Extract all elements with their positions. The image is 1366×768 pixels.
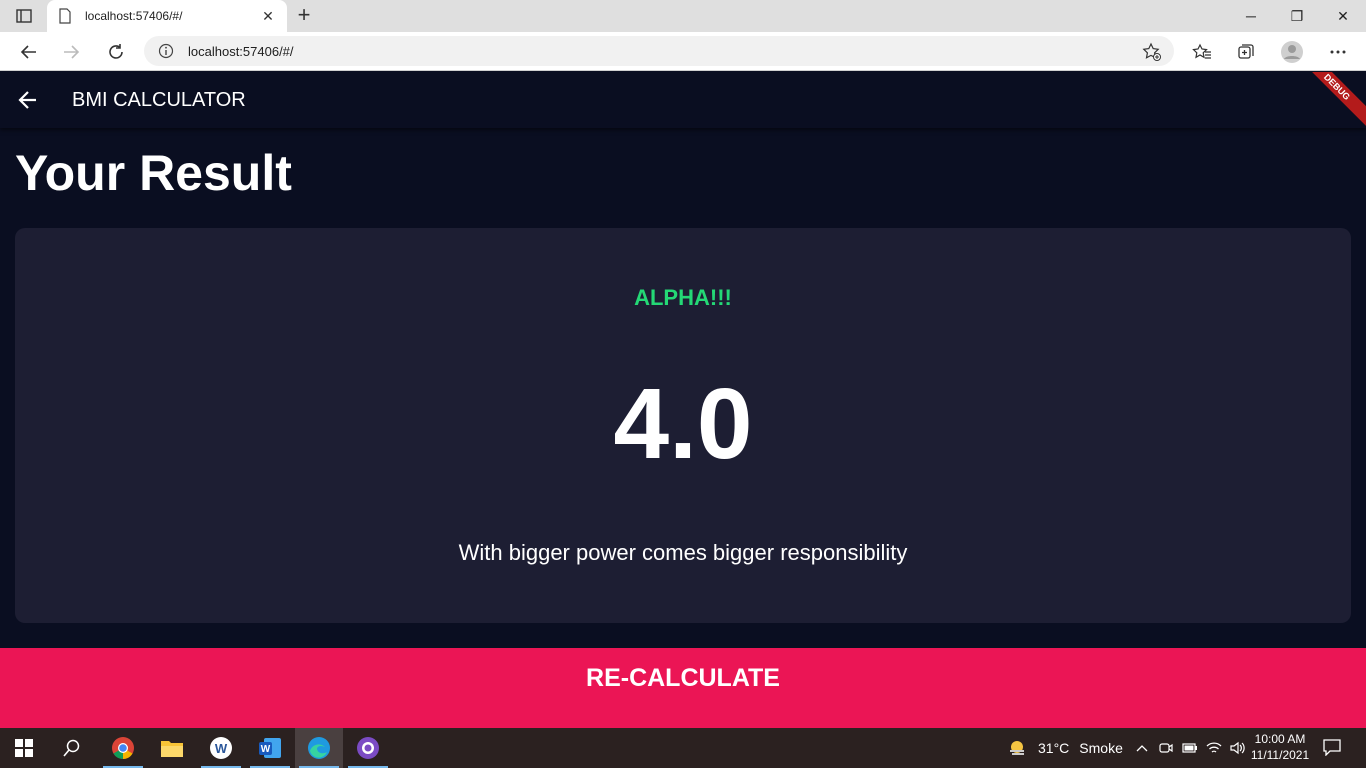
app-bar-title: BMI CALCULATOR [72, 89, 246, 111]
back-icon[interactable] [14, 38, 42, 66]
address-bar[interactable]: localhost:57406/#/ [144, 36, 1174, 66]
weather-smoke-icon [1010, 741, 1024, 755]
clock-time: 10:00 AM [1254, 732, 1306, 746]
add-favorite-icon[interactable] [1142, 42, 1162, 62]
result-card: ALPHA!!! 4.0 With bigger power comes big… [15, 228, 1351, 623]
tab-title: localhost:57406/#/ [85, 9, 183, 23]
meet-now-icon[interactable] [1158, 739, 1174, 757]
recalculate-button[interactable]: RE-CALCULATE [0, 648, 1366, 728]
window-close-icon[interactable]: ✕ [1320, 0, 1366, 32]
restore-icon[interactable]: ❐ [1274, 0, 1320, 32]
favorites-icon[interactable] [1188, 38, 1216, 66]
url-text: localhost:57406/#/ [188, 43, 294, 59]
word-icon-b[interactable]: W [246, 728, 294, 768]
word-icon-a[interactable]: W [197, 728, 245, 768]
close-icon[interactable]: ✕ [259, 8, 277, 25]
taskbar: W W 31°C Smoke 10:00 AM 11/11/2021 [0, 728, 1366, 768]
svg-text:W: W [261, 744, 271, 755]
forward-icon[interactable] [58, 38, 86, 66]
minimize-icon[interactable]: ─ [1228, 0, 1274, 32]
profile-icon[interactable] [1278, 38, 1306, 66]
file-explorer-icon[interactable] [148, 728, 196, 768]
clock[interactable]: 10:00 AM 11/11/2021 [1244, 731, 1316, 763]
result-status: ALPHA!!! [634, 285, 732, 310]
chrome-icon[interactable] [99, 728, 147, 768]
new-tab-icon[interactable]: + [292, 4, 316, 28]
reload-icon[interactable] [102, 38, 130, 66]
svg-text:W: W [215, 741, 228, 756]
page-title: Your Result [15, 145, 292, 201]
browser-tab[interactable]: localhost:57406/#/ ✕ [47, 0, 287, 32]
clock-date: 11/11/2021 [1250, 748, 1310, 762]
info-icon[interactable] [158, 43, 174, 59]
window-controls: ─ ❐ ✕ [1228, 0, 1366, 32]
back-arrow-icon[interactable] [16, 88, 40, 112]
battery-icon[interactable] [1182, 739, 1198, 757]
collections-icon[interactable] [1232, 38, 1260, 66]
edge-icon[interactable] [295, 728, 343, 768]
notifications-icon[interactable] [1322, 738, 1344, 758]
more-icon[interactable] [1324, 38, 1352, 66]
app-window: BMI CALCULATOR DEBUG Your Result ALPHA!!… [0, 72, 1366, 728]
page-icon [59, 8, 71, 24]
tab-actions-icon[interactable] [10, 6, 38, 26]
weather-widget[interactable]: 31°C Smoke [1008, 738, 1133, 758]
browser-toolbar: localhost:57406/#/ [0, 32, 1366, 71]
debug-banner: DEBUG [1293, 72, 1366, 131]
chevron-up-icon[interactable] [1134, 739, 1150, 757]
wifi-icon[interactable] [1206, 739, 1222, 757]
system-tray [1134, 739, 1246, 757]
weather-temperature: 31°C [1038, 740, 1070, 756]
start-icon[interactable] [0, 728, 48, 768]
github-icon[interactable] [344, 728, 392, 768]
app-bar: BMI CALCULATOR DEBUG [0, 72, 1366, 131]
browser-tab-strip: localhost:57406/#/ ✕ + ─ ❐ ✕ [0, 0, 1366, 32]
result-interpretation: With bigger power comes bigger responsib… [458, 540, 908, 565]
search-icon[interactable] [48, 728, 96, 768]
bmi-value: 4.0 [613, 368, 753, 480]
weather-description: Smoke [1079, 740, 1123, 756]
